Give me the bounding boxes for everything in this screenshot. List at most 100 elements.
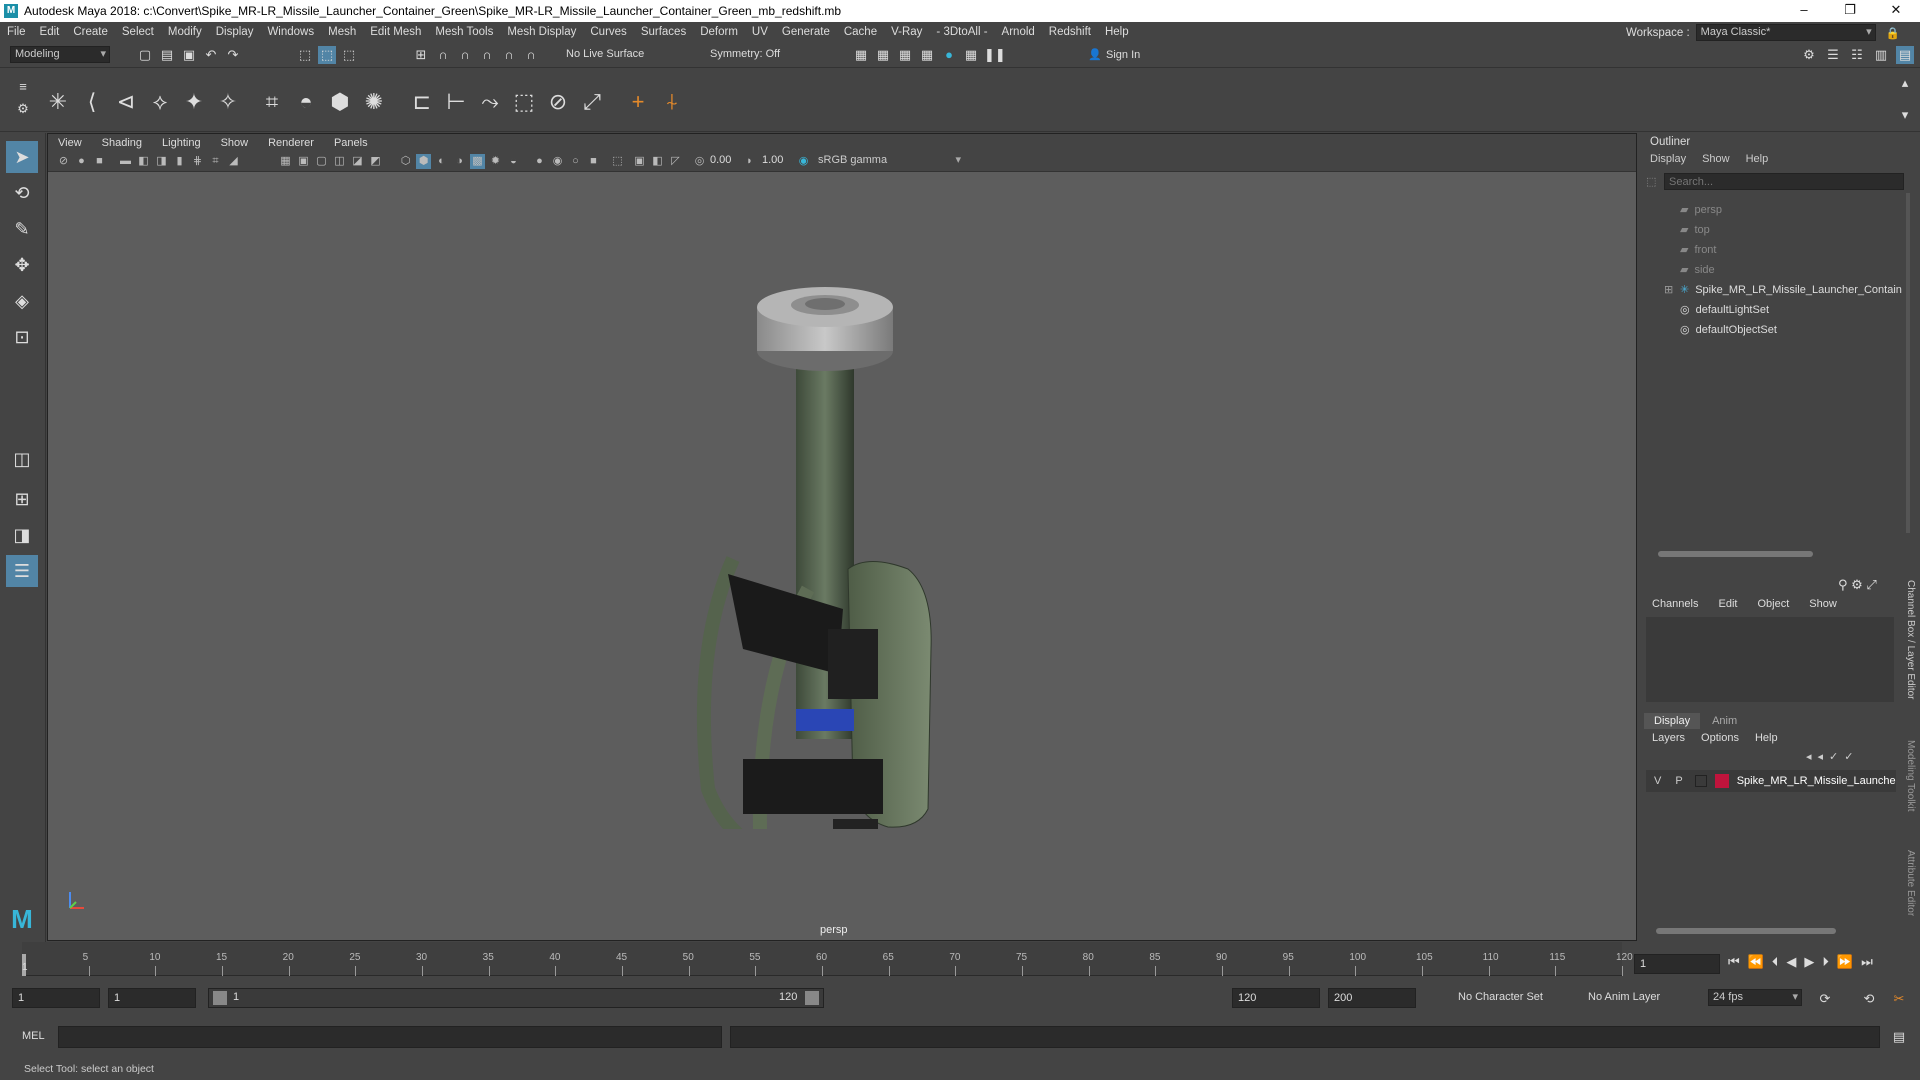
nurbs-sphere-icon[interactable]: ✳ <box>44 88 72 116</box>
lights-icon[interactable]: ✹ <box>488 154 503 169</box>
outliner-menu-help[interactable]: Help <box>1746 153 1769 165</box>
snap-together-icon[interactable]: ∩ <box>522 46 540 64</box>
expand-icon[interactable]: ⊞ <box>1664 283 1673 296</box>
scale-constraint-icon[interactable]: ⊘ <box>544 88 572 116</box>
view-transform-dropdown[interactable]: sRGB gamma <box>814 153 964 170</box>
time-slider[interactable]: 1 5 10 15 20 25 30 35 40 45 50 55 60 65 70 75 80 85 90 95 1… <box>0 942 1920 982</box>
channel-menu-edit[interactable]: Edit <box>1718 598 1737 610</box>
bookmarks-icon[interactable]: ■ <box>92 154 107 169</box>
menu-help[interactable]: Help <box>1098 26 1136 38</box>
render-view-icon[interactable]: ▦ <box>962 46 980 64</box>
menu-mesh-tools[interactable]: Mesh Tools <box>428 26 500 38</box>
toggle-tool-settings-icon[interactable]: ☷ <box>1848 46 1866 64</box>
outliner-item-model-group[interactable]: ✳ Spike_MR_LR_Missile_Launcher_Contain <box>1680 281 1902 299</box>
ambient-occlusion-icon[interactable]: ● <box>532 154 547 169</box>
menu-arnold[interactable]: Arnold <box>995 26 1042 38</box>
bookmark-icon[interactable]: ▮ <box>172 154 187 169</box>
playback-controls[interactable]: ⏮⏪⏴◀▶⏵⏩⏭ <box>1728 954 1881 970</box>
select-object-icon[interactable]: ⬚ <box>318 46 336 64</box>
channel-menu-object[interactable]: Object <box>1757 598 1789 610</box>
layer-menu-help[interactable]: Help <box>1755 732 1778 744</box>
menu-cache[interactable]: Cache <box>837 26 884 38</box>
new-scene-icon[interactable]: ▢ <box>136 46 154 64</box>
outliner-horizontal-scrollbar[interactable] <box>1658 551 1813 557</box>
lasso-tool-icon[interactable]: ⟲ <box>6 177 38 209</box>
minimize-button[interactable]: – <box>1781 0 1827 22</box>
point-constraint-icon[interactable]: ⤳ <box>476 88 504 116</box>
menu-deform[interactable]: Deform <box>693 26 745 38</box>
menu-edit-mesh[interactable]: Edit Mesh <box>363 26 428 38</box>
render-sequence-icon[interactable]: ▦ <box>874 46 892 64</box>
snap-surface-icon[interactable]: ∩ <box>500 46 518 64</box>
snap-point-icon[interactable]: ∩ <box>456 46 474 64</box>
anti-aliasing-icon[interactable]: ○ <box>568 154 583 169</box>
save-scene-icon[interactable]: ▣ <box>180 46 198 64</box>
toggle-channel-box-icon[interactable]: ▥ <box>1872 46 1890 64</box>
smooth-shade-icon[interactable]: ▣ <box>296 154 311 169</box>
ghost-icon[interactable]: ◸ <box>668 154 683 169</box>
outliner-vertical-scrollbar[interactable] <box>1906 193 1910 533</box>
ik-spline-icon[interactable]: ⟡ <box>146 88 174 116</box>
menu-modify[interactable]: Modify <box>161 26 209 38</box>
wireframe-on-shaded-icon[interactable]: ⬡ <box>398 154 413 169</box>
outliner-search-input[interactable] <box>1664 173 1904 190</box>
character-set-dropdown[interactable]: No Character Set <box>1458 991 1543 1003</box>
menu-vray[interactable]: V-Ray <box>884 26 929 38</box>
resolution-gate-icon[interactable]: ◢ <box>226 154 241 169</box>
viewport-menu-show[interactable]: Show <box>211 137 259 149</box>
quick-rig-icon[interactable]: ✦ <box>180 88 208 116</box>
menu-select[interactable]: Select <box>115 26 161 38</box>
xray-icon[interactable]: ◩ <box>368 154 383 169</box>
close-button[interactable]: ✕ <box>1873 0 1919 22</box>
use-all-lights-icon[interactable]: ◫ <box>332 154 347 169</box>
side-tab-channel-box[interactable]: Channel Box / Layer Editor <box>1905 580 1916 700</box>
menu-3dtoall[interactable]: - 3DtoAll - <box>929 26 994 38</box>
viewport-panel[interactable]: View Shading Lighting Show Renderer Pane… <box>47 133 1637 941</box>
time-ruler[interactable]: 1 5 10 15 20 25 30 35 40 45 50 55 60 65 70 75 80 85 90 95 1… <box>22 942 1633 976</box>
layer-type-toggle[interactable] <box>1694 775 1707 787</box>
range-bar[interactable]: 1 120 <box>208 988 824 1008</box>
menu-uv[interactable]: UV <box>745 26 775 38</box>
wireframe-icon[interactable]: ▦ <box>278 154 293 169</box>
script-language-label[interactable]: MEL <box>22 1030 45 1042</box>
gamma-icon[interactable]: ◗ <box>742 154 757 169</box>
outliner-layout-icon[interactable]: ☰ <box>6 555 38 587</box>
smooth-shade-all-icon[interactable]: ⬢ <box>416 154 431 169</box>
toggle-modeling-toolkit-icon[interactable]: ⚙ <box>1800 46 1818 64</box>
outliner-menu-display[interactable]: Display <box>1650 153 1686 165</box>
live-surface-label[interactable]: No Live Surface <box>566 48 644 60</box>
menu-display[interactable]: Display <box>209 26 261 38</box>
undo-icon[interactable]: ↶ <box>202 46 220 64</box>
viewport-menu-renderer[interactable]: Renderer <box>258 137 324 149</box>
redo-icon[interactable]: ↷ <box>224 46 242 64</box>
exposure-icon[interactable]: ◎ <box>692 154 707 169</box>
playback-start-field[interactable]: 1 <box>108 988 196 1008</box>
auto-key-icon[interactable]: ⟲ <box>1860 990 1878 1008</box>
loop-icon[interactable]: ⟳ <box>1816 990 1834 1008</box>
shadow-toggle-icon[interactable]: ◒ <box>506 154 521 169</box>
channel-menu-channels[interactable]: Channels <box>1652 598 1698 610</box>
depth-of-field-icon[interactable]: ■ <box>586 154 601 169</box>
camera-attributes-icon[interactable]: ● <box>74 154 89 169</box>
hypershade-icon[interactable]: ● <box>940 46 958 64</box>
menu-edit[interactable]: Edit <box>33 26 67 38</box>
human-ik-icon[interactable]: ✧ <box>214 88 242 116</box>
outliner-menu-show[interactable]: Show <box>1702 153 1730 165</box>
menu-mesh-display[interactable]: Mesh Display <box>500 26 583 38</box>
lock-icon[interactable]: 🔒 <box>1882 26 1900 40</box>
current-frame-field[interactable]: 1 <box>1634 954 1720 974</box>
paint-weights-icon[interactable]: ⊏ <box>408 88 436 116</box>
create-locator-icon[interactable]: + <box>624 88 652 116</box>
sign-in-button[interactable]: 👤 Sign In <box>1086 46 1196 64</box>
channel-menu-show[interactable]: Show <box>1809 598 1837 610</box>
ik-handle-icon[interactable]: ⊲ <box>112 88 140 116</box>
rotate-tool-icon[interactable]: ◈ <box>6 285 38 317</box>
layer-playback-toggle[interactable]: P <box>1675 775 1682 787</box>
smooth-bind-icon[interactable]: ◓ <box>292 88 320 116</box>
orient-constraint-icon[interactable]: ⬚ <box>510 88 538 116</box>
menu-curves[interactable]: Curves <box>583 26 633 38</box>
default-material-icon[interactable]: ◐ <box>434 154 449 169</box>
animation-start-field[interactable]: 1 <box>12 988 100 1008</box>
select-tool-icon[interactable]: ➤ <box>6 141 38 173</box>
shadows-icon[interactable]: ◪ <box>350 154 365 169</box>
